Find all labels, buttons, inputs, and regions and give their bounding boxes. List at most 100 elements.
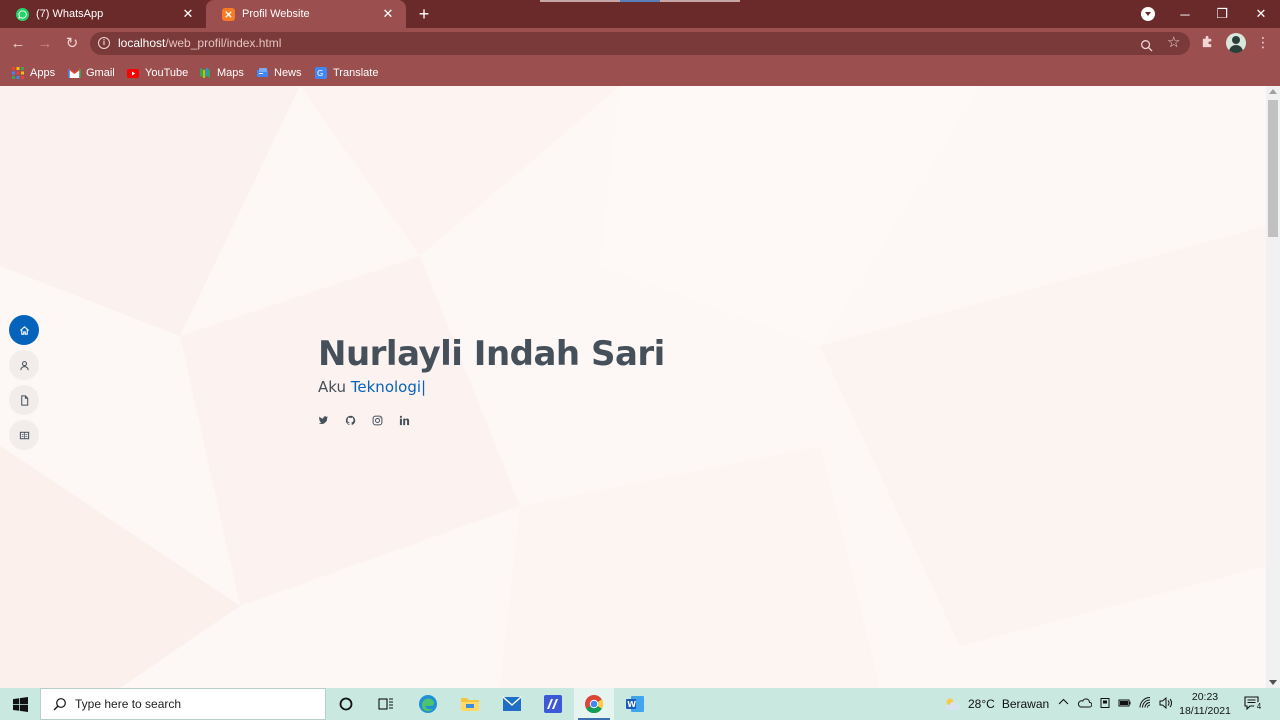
- tab-whatsapp[interactable]: (7) WhatsApp ✕: [0, 0, 206, 28]
- news-icon: [256, 67, 268, 79]
- bookmark-news[interactable]: News: [256, 64, 302, 82]
- typing-cursor: |: [421, 378, 427, 396]
- windows-logo-icon: [12, 696, 28, 712]
- tab-search-dropdown-icon[interactable]: [1141, 7, 1155, 21]
- nav-about-button[interactable]: [9, 350, 39, 380]
- battery-icon[interactable]: [1118, 697, 1132, 711]
- task-view-icon: [378, 698, 393, 710]
- chrome-icon: [585, 695, 604, 713]
- editor-app-icon: [544, 695, 562, 713]
- scroll-down-icon[interactable]: [1269, 680, 1277, 685]
- hero-name: Nurlayli Indah Sari: [318, 334, 665, 374]
- weather-condition: Berawan: [1001, 697, 1050, 711]
- taskbar-search-box[interactable]: Type here to search: [40, 688, 326, 720]
- back-arrow-icon[interactable]: ←: [7, 33, 29, 55]
- gmail-icon: [68, 67, 81, 79]
- partly-cloudy-icon: [945, 698, 960, 710]
- folder-icon: [461, 698, 479, 711]
- weather-temperature: 28°C: [968, 697, 995, 711]
- site-info-icon[interactable]: i: [98, 37, 110, 49]
- hero-subtitle: Aku Teknologi|: [318, 377, 665, 397]
- browser-menu-icon[interactable]: ⋮: [1256, 34, 1270, 51]
- xampp-icon: [222, 7, 235, 21]
- cortana-button[interactable]: [326, 688, 366, 720]
- bookmark-label: News: [274, 67, 302, 79]
- book-icon: [19, 431, 29, 439]
- zoom-search-icon[interactable]: [1140, 39, 1153, 55]
- taskbar-file-explorer[interactable]: [450, 688, 490, 720]
- hero-intro: Aku: [318, 378, 346, 396]
- tab-title: Profil Website: [242, 8, 310, 20]
- nav-home-button[interactable]: [9, 315, 39, 345]
- twitter-icon: [318, 415, 329, 424]
- scrollbar-thumb[interactable]: [1268, 100, 1278, 237]
- svg-text:G: G: [317, 69, 323, 78]
- taskbar-editor[interactable]: [533, 688, 573, 720]
- github-icon: [345, 415, 356, 425]
- person-icon: [19, 360, 29, 370]
- tab-profil-website[interactable]: Profil Website ✕: [206, 0, 406, 28]
- instagram-link[interactable]: [372, 414, 383, 426]
- tab-title: (7) WhatsApp: [36, 8, 104, 20]
- onedrive-cloud-icon[interactable]: [1077, 697, 1093, 711]
- device-icon[interactable]: [1099, 697, 1111, 712]
- taskbar-chrome[interactable]: [574, 688, 614, 720]
- reload-icon[interactable]: ↻: [61, 33, 83, 55]
- clock-time: 20:23: [1191, 691, 1219, 703]
- minimize-button[interactable]: ─: [1166, 0, 1204, 28]
- bookmark-label: Gmail: [86, 67, 115, 79]
- taskbar-clock[interactable]: 20:23 18/11/2021: [1176, 690, 1234, 718]
- restore-button[interactable]: ❐: [1203, 0, 1241, 28]
- search-placeholder: Type here to search: [75, 697, 182, 711]
- action-center-button[interactable]: 4: [1244, 696, 1264, 712]
- svg-text:W: W: [627, 700, 636, 709]
- scroll-up-icon[interactable]: [1269, 89, 1277, 94]
- taskbar-mail[interactable]: [492, 688, 532, 720]
- file-icon: [20, 394, 28, 406]
- bookmark-maps[interactable]: Maps: [199, 64, 244, 82]
- url-host: localhost: [118, 36, 166, 50]
- tray-chevron-up-icon[interactable]: [1058, 697, 1071, 711]
- linkedin-icon: [399, 415, 410, 425]
- tab-search-indicator: [540, 0, 740, 2]
- taskbar-word[interactable]: W: [615, 688, 655, 720]
- close-tab-icon[interactable]: ✕: [180, 6, 196, 22]
- bookmark-gmail[interactable]: Gmail: [68, 64, 115, 82]
- bookmarks-bar: Apps Gmail YouTube Maps News G Translate: [0, 59, 1280, 86]
- bookmark-apps[interactable]: Apps: [12, 64, 55, 82]
- bookmark-youtube[interactable]: YouTube: [127, 64, 188, 82]
- close-window-button[interactable]: ✕: [1242, 0, 1280, 28]
- youtube-icon: [127, 68, 139, 78]
- profile-avatar[interactable]: [1226, 33, 1246, 53]
- instagram-icon: [372, 415, 383, 425]
- taskbar-edge[interactable]: [408, 688, 448, 720]
- start-button[interactable]: [0, 688, 40, 720]
- task-view-button[interactable]: [366, 688, 406, 720]
- nav-resume-button[interactable]: [9, 385, 39, 415]
- nav-portfolio-button[interactable]: [9, 420, 39, 450]
- new-tab-button[interactable]: +: [414, 4, 434, 24]
- volume-icon[interactable]: [1159, 696, 1173, 712]
- notification-count: 4: [1254, 702, 1264, 712]
- bookmark-translate[interactable]: G Translate: [315, 64, 378, 82]
- twitter-link[interactable]: [318, 414, 329, 426]
- address-bar[interactable]: i localhost/web_profil/index.html ☆: [90, 32, 1190, 55]
- close-tab-icon[interactable]: ✕: [380, 6, 396, 22]
- whatsapp-icon: [16, 7, 29, 21]
- wifi-icon[interactable]: [1139, 696, 1152, 712]
- mail-icon: [502, 696, 522, 711]
- bookmark-label: Maps: [217, 67, 244, 79]
- github-link[interactable]: [345, 414, 356, 426]
- url-path: /web_profil/index.html: [165, 36, 282, 50]
- bookmark-label: YouTube: [145, 67, 189, 79]
- browser-toolbar: ← → ↻ i localhost/web_profil/index.html …: [0, 28, 1280, 59]
- apps-grid-icon: [12, 67, 24, 79]
- bookmark-star-icon[interactable]: ☆: [1167, 35, 1180, 50]
- weather-widget[interactable]: 28°C Berawan: [942, 688, 1049, 720]
- linkedin-link[interactable]: [399, 414, 410, 426]
- clock-date: 18/11/2021: [1179, 705, 1231, 717]
- extensions-puzzle-icon[interactable]: [1201, 35, 1214, 51]
- bookmark-label: Translate: [333, 67, 379, 79]
- page-scrollbar[interactable]: [1266, 86, 1280, 688]
- forward-arrow-icon[interactable]: →: [34, 33, 56, 55]
